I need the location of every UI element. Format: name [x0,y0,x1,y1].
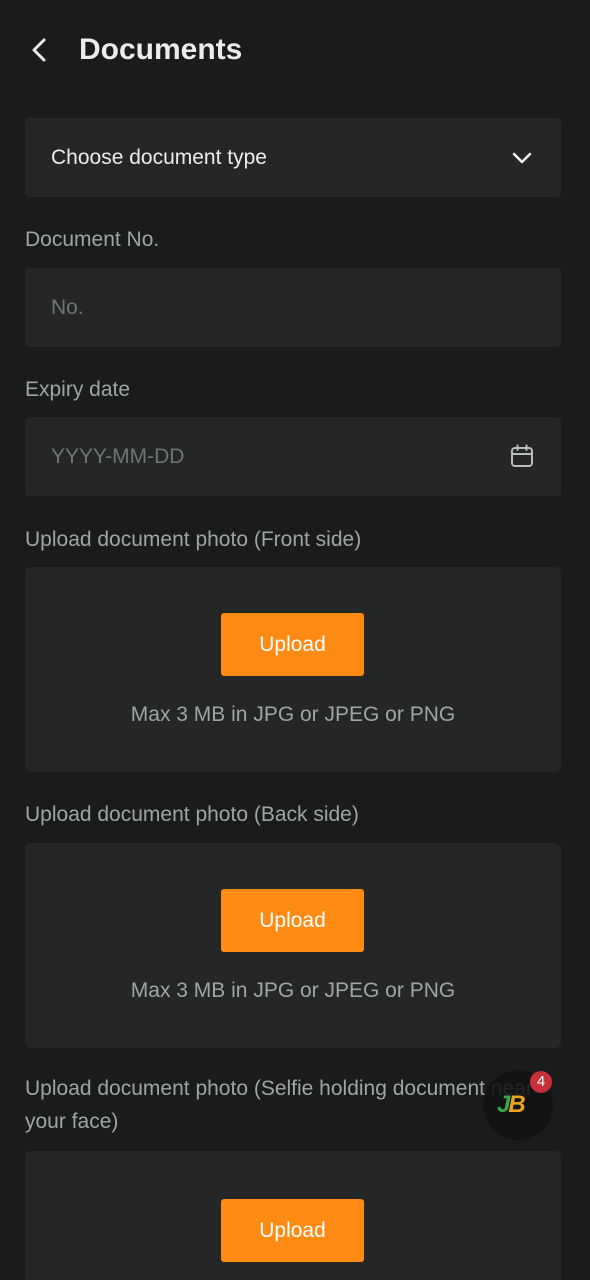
chevron-down-icon [512,152,532,164]
upload-front-panel: Upload Max 3 MB in JPG or JPEG or PNG [25,567,561,772]
upload-front-button[interactable]: Upload [221,613,364,676]
document-no-field [25,268,561,347]
document-no-input[interactable] [51,268,491,347]
chevron-left-icon [32,38,46,62]
brand-logo-icon: JB [497,1091,526,1118]
expiry-date-input[interactable] [51,417,491,496]
upload-selfie-button[interactable]: Upload [221,1199,364,1262]
calendar-icon[interactable] [509,443,535,469]
header: Documents [0,0,590,100]
documents-page: Documents Choose document type Document … [0,0,590,1280]
document-no-label: Document No. [25,228,160,251]
back-button[interactable] [22,32,58,68]
upload-back-panel: Upload Max 3 MB in JPG or JPEG or PNG [25,843,561,1048]
document-type-select[interactable]: Choose document type [25,118,561,197]
document-type-value: Choose document type [51,146,267,169]
notification-count-badge: 4 [530,1071,552,1093]
upload-back-button[interactable]: Upload [221,889,364,952]
upload-front-label: Upload document photo (Front side) [25,528,362,551]
expiry-date-field [25,417,561,496]
page-title: Documents [79,33,243,66]
upload-front-hint: Max 3 MB in JPG or JPEG or PNG [130,703,456,726]
upload-back-hint: Max 3 MB in JPG or JPEG or PNG [130,979,456,1002]
upload-back-label: Upload document photo (Back side) [25,803,359,826]
upload-selfie-panel: Upload [25,1151,561,1280]
expiry-date-label: Expiry date [25,378,131,401]
